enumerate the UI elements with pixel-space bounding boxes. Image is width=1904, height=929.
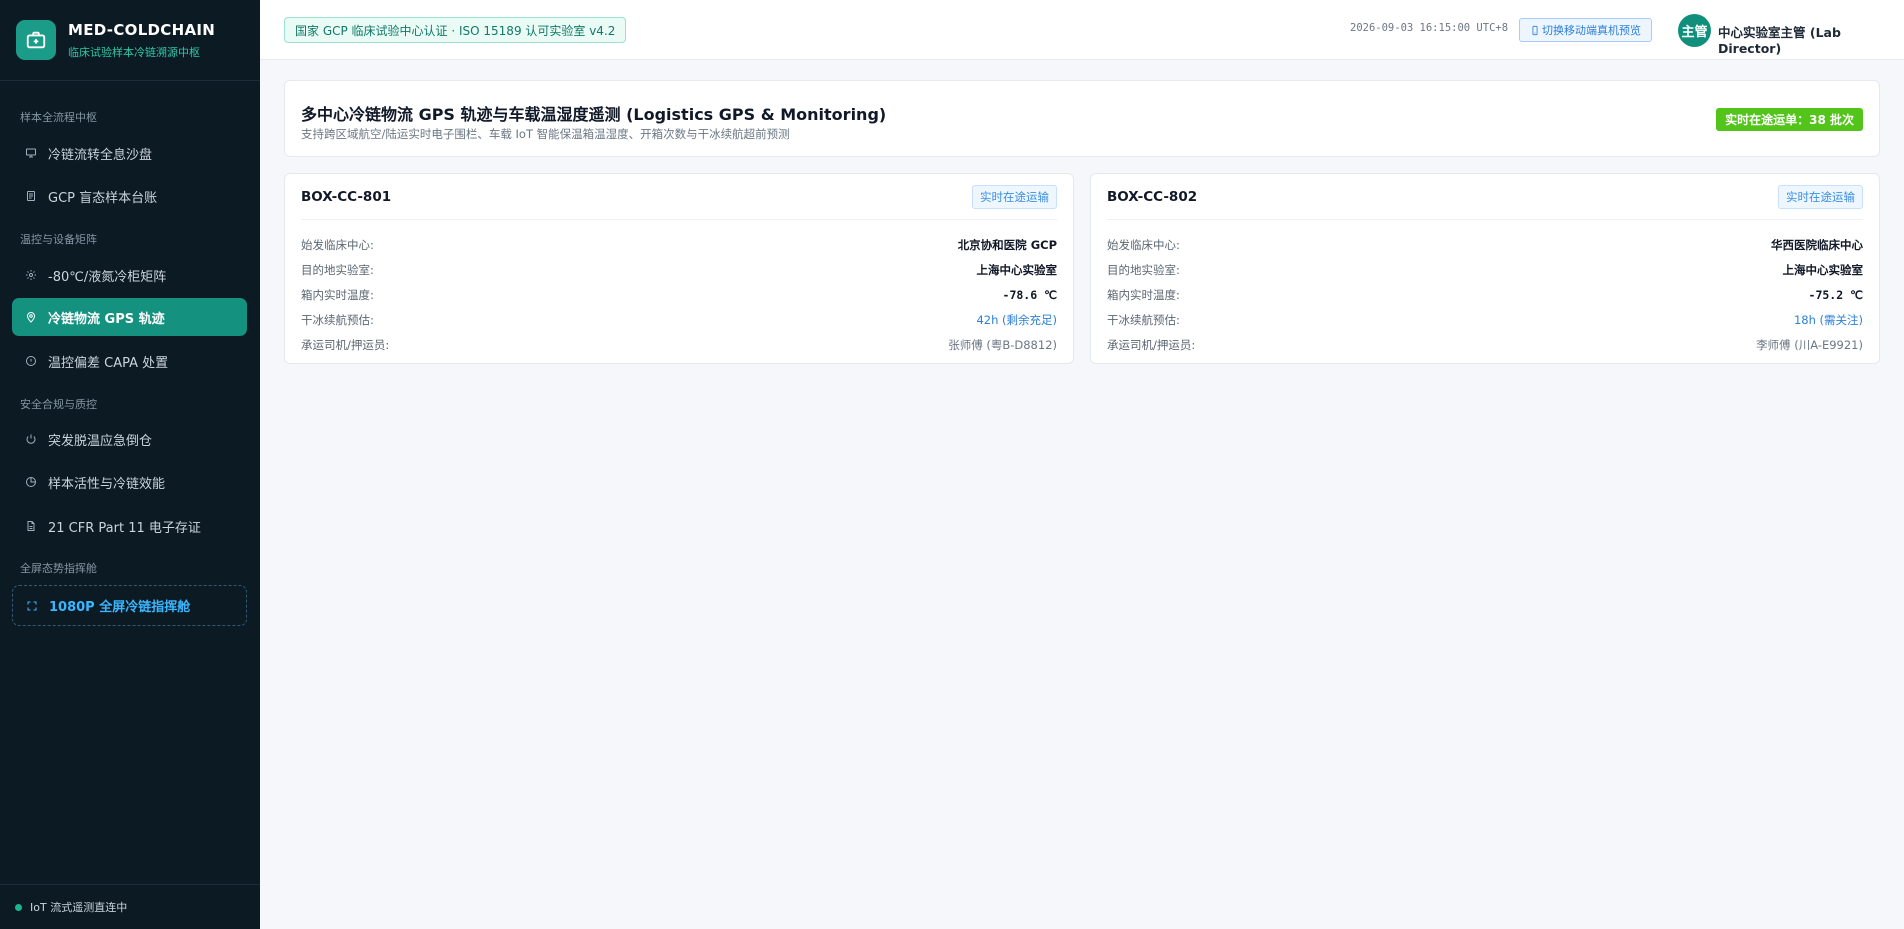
driver-value: 李师傅 (川A-E9921) xyxy=(1756,337,1863,352)
medical-kit-icon xyxy=(16,20,56,60)
brand-name: MED-COLDCHAIN xyxy=(68,20,216,39)
temperature-label: 箱内实时温度: xyxy=(1107,287,1180,302)
nav-group-title: 安全合规与质控 xyxy=(20,398,97,411)
sidebar-item-label: 突发脱温应急倒仓 xyxy=(48,433,153,449)
nav-group-title: 样本全流程中枢 xyxy=(20,111,97,124)
sidebar-item-cfr[interactable]: 21 CFR Part 11 电子存证 xyxy=(12,507,247,545)
sidebar-item-label: -80℃/液氮冷柜矩阵 xyxy=(48,269,167,285)
connection-status: IoT 流式遥测直连中 xyxy=(0,884,260,929)
sidebar: MED-COLDCHAIN 临床试验样本冷链溯源中枢 样本全流程中枢 冷链流转全… xyxy=(0,0,260,929)
shipment-card: BOX-CC-801 实时在途运输 始发临床中心: 北京协和医院 GCP 目的地… xyxy=(284,173,1074,364)
dry-ice-label: 干冰续航预估: xyxy=(301,312,374,327)
document-icon xyxy=(24,189,38,203)
sidebar-item-command-center[interactable]: 1080P 全屏冷链指挥舱 xyxy=(12,585,247,626)
pie-chart-icon xyxy=(24,475,38,489)
location-pin-icon xyxy=(24,310,38,324)
brand: MED-COLDCHAIN 临床试验样本冷链溯源中枢 xyxy=(0,0,260,81)
detail-row-dry-ice: 干冰续航预估: 42h (剩余充足) xyxy=(301,307,1057,332)
temperature-value: -78.6 ℃ xyxy=(1002,287,1057,302)
origin-value: 华西医院临床中心 xyxy=(1771,237,1863,252)
status-dot-icon xyxy=(15,903,22,911)
nav-group-title: 全屏态势指挥舱 xyxy=(20,562,97,575)
sidebar-item-capa[interactable]: 温控偏差 CAPA 处置 xyxy=(12,342,247,380)
top-header: 国家 GCP 临床试验中心认证 · ISO 15189 认可实验室 v4.2 2… xyxy=(260,0,1904,60)
page-header: 多中心冷链物流 GPS 轨迹与车载温湿度遥测 (Logistics GPS & … xyxy=(284,80,1880,157)
sidebar-item-label: 温控偏差 CAPA 处置 xyxy=(48,355,169,371)
monitor-icon xyxy=(24,146,38,160)
mobile-preview-label: 切换移动端真机预览 xyxy=(1542,24,1641,37)
destination-label: 目的地实验室: xyxy=(1107,262,1180,277)
sidebar-item-ledger[interactable]: GCP 盲态样本台账 xyxy=(12,177,247,215)
in-transit-count-badge: 实时在途运单：38 批次 xyxy=(1716,108,1863,131)
sidebar-item-label: 1080P 全屏冷链指挥舱 xyxy=(49,600,191,615)
page-title: 多中心冷链物流 GPS 轨迹与车载温湿度遥测 (Logistics GPS & … xyxy=(301,105,887,124)
fullscreen-icon xyxy=(25,599,39,613)
sidebar-item-label: 冷链物流 GPS 轨迹 xyxy=(48,311,165,327)
detail-row-driver: 承运司机/押运员: 张师傅 (粤B-D8812) xyxy=(301,332,1057,357)
detail-row-destination: 目的地实验室: 上海中心实验室 xyxy=(301,257,1057,282)
nav-group-title: 温控与设备矩阵 xyxy=(20,233,97,246)
destination-value: 上海中心实验室 xyxy=(1782,262,1864,277)
sidebar-item-freezer-matrix[interactable]: -80℃/液氮冷柜矩阵 xyxy=(12,256,247,294)
status-badge: 实时在途运输 xyxy=(1778,184,1863,209)
sidebar-item-label: 样本活性与冷链效能 xyxy=(48,476,166,492)
gear-icon xyxy=(24,268,38,282)
sidebar-item-gps[interactable]: 冷链物流 GPS 轨迹 xyxy=(12,298,247,336)
file-icon xyxy=(24,519,38,533)
detail-row-temperature: 箱内实时温度: -75.2 ℃ xyxy=(1107,282,1863,307)
avatar[interactable]: 主管 xyxy=(1678,14,1711,47)
user-name[interactable]: 中心实验室主管 (Lab Director) xyxy=(1718,22,1904,56)
detail-row-origin: 始发临床中心: 华西医院临床中心 xyxy=(1107,232,1863,257)
sidebar-item-emergency[interactable]: 突发脱温应急倒仓 xyxy=(12,420,247,458)
detail-row-temperature: 箱内实时温度: -78.6 ℃ xyxy=(301,282,1057,307)
destination-label: 目的地实验室: xyxy=(301,262,374,277)
shipment-id: BOX-CC-801 xyxy=(301,188,392,205)
detail-row-dry-ice: 干冰续航预估: 18h (需关注) xyxy=(1107,307,1863,332)
dry-ice-value: 18h (需关注) xyxy=(1793,312,1863,327)
power-icon xyxy=(24,432,38,446)
shipment-id: BOX-CC-802 xyxy=(1107,188,1198,205)
driver-label: 承运司机/押运员: xyxy=(1107,337,1196,352)
info-circle-icon xyxy=(24,354,38,368)
sidebar-item-label: 21 CFR Part 11 电子存证 xyxy=(48,520,201,536)
temperature-value: -75.2 ℃ xyxy=(1808,287,1863,302)
page-subtitle: 支持跨区域航空/陆运实时电子围栏、车载 IoT 智能保温箱温湿度、开箱次数与干冰… xyxy=(301,127,790,141)
sidebar-item-efficiency[interactable]: 样本活性与冷链效能 xyxy=(12,463,247,501)
origin-label: 始发临床中心: xyxy=(1107,237,1180,252)
shipment-card: BOX-CC-802 实时在途运输 始发临床中心: 华西医院临床中心 目的地实验… xyxy=(1090,173,1880,364)
driver-label: 承运司机/押运员: xyxy=(301,337,390,352)
brand-subtitle: 临床试验样本冷链溯源中枢 xyxy=(68,45,200,59)
datetime: 2026-09-03 16:15:00 UTC+8 xyxy=(1350,22,1509,34)
dry-ice-value: 42h (剩余充足) xyxy=(976,312,1057,327)
sidebar-item-sandbox[interactable]: 冷链流转全息沙盘 xyxy=(12,134,247,172)
temperature-label: 箱内实时温度: xyxy=(301,287,374,302)
origin-value: 北京协和医院 GCP xyxy=(957,237,1057,252)
connection-status-text: IoT 流式遥测直连中 xyxy=(30,901,128,914)
sidebar-item-label: GCP 盲态样本台账 xyxy=(48,190,158,206)
detail-row-destination: 目的地实验室: 上海中心实验室 xyxy=(1107,257,1863,282)
destination-value: 上海中心实验室 xyxy=(976,262,1058,277)
sidebar-item-label: 冷链流转全息沙盘 xyxy=(48,147,153,163)
driver-value: 张师傅 (粤B-D8812) xyxy=(948,337,1057,352)
origin-label: 始发临床中心: xyxy=(301,237,374,252)
detail-row-origin: 始发临床中心: 北京协和医院 GCP xyxy=(301,232,1057,257)
mobile-phone-icon xyxy=(1530,25,1540,36)
certification-badge: 国家 GCP 临床试验中心认证 · ISO 15189 认可实验室 v4.2 xyxy=(284,17,627,43)
detail-row-driver: 承运司机/押运员: 李师傅 (川A-E9921) xyxy=(1107,332,1863,357)
status-badge: 实时在途运输 xyxy=(972,184,1057,209)
dry-ice-label: 干冰续航预估: xyxy=(1107,312,1180,327)
mobile-preview-button[interactable]: 切换移动端真机预览 xyxy=(1519,18,1652,42)
